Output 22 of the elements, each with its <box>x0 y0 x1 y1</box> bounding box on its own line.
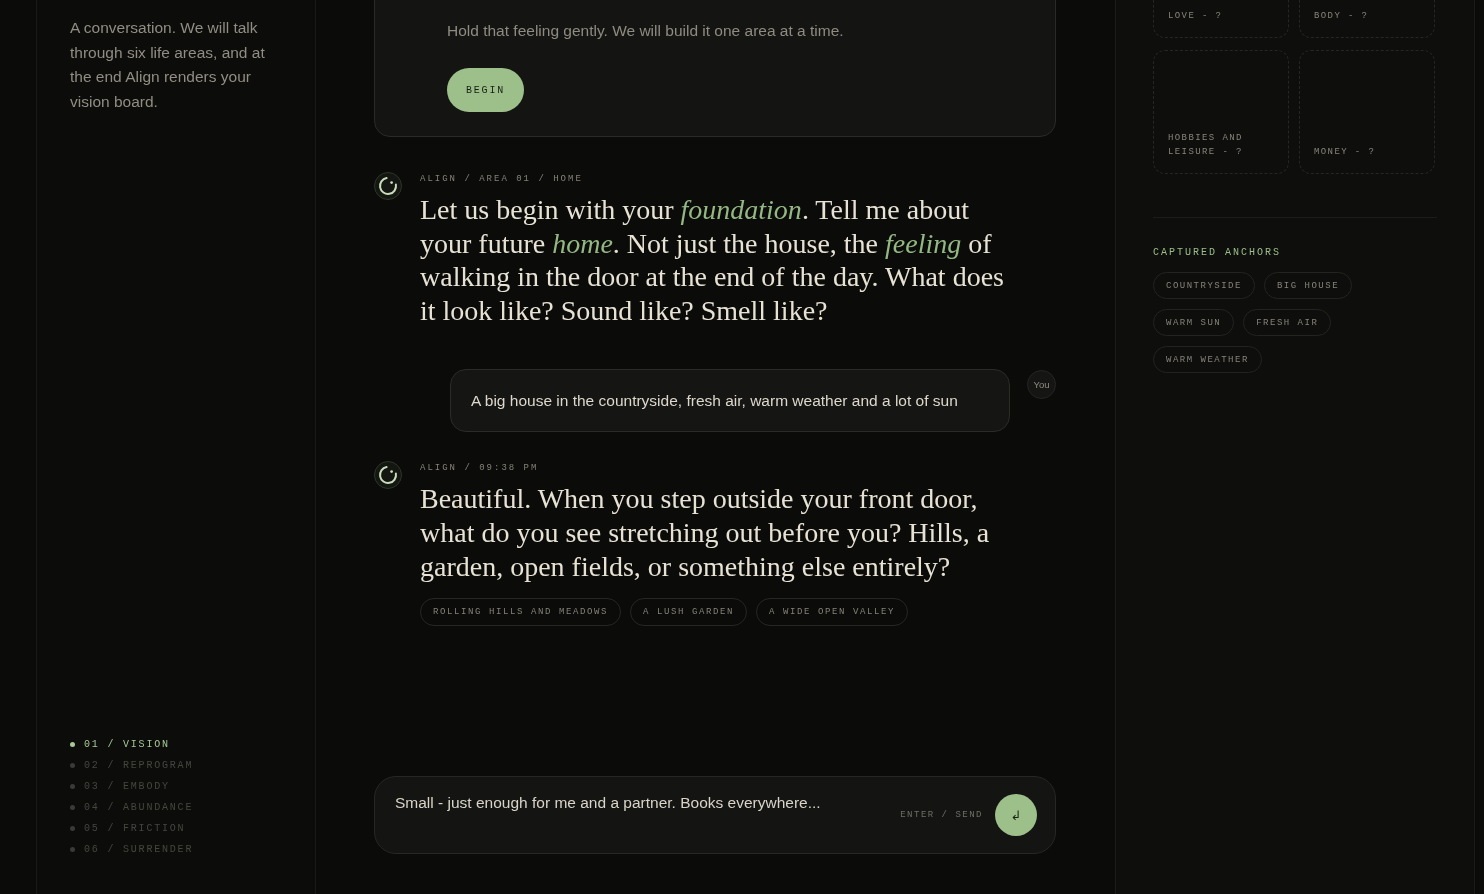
area-label: HOBBIES AND LEISURE - ? <box>1168 132 1244 159</box>
user-message-bubble: A big house in the countryside, fresh air, warm weather and a lot of sun <box>450 369 1010 433</box>
send-hint: ENTER / SEND <box>900 810 983 820</box>
area-label: LOVE - ? <box>1168 10 1223 23</box>
ring-icon <box>374 172 402 200</box>
card-text: Hold that feeling gently. We will build it one area at a time. <box>447 21 844 41</box>
intro-text: A conversation. We will talk through six life areas, and at the end Align renders your vision board. <box>70 18 266 113</box>
message-meta: ALIGN / AREA 01 / HOME <box>420 173 584 186</box>
area-label: MONEY - ? <box>1314 146 1376 159</box>
send-button[interactable]: ↲ <box>995 794 1037 836</box>
user-avatar: You <box>1027 370 1056 400</box>
area-label: BODY - ? <box>1314 10 1369 23</box>
step-label: 01 / VISION <box>84 739 170 750</box>
anchors-title: CAPTURED ANCHORS <box>1153 247 1282 259</box>
step-label: 04 / ABUNDANCE <box>84 802 194 813</box>
message-field[interactable]: Small - just enough for me and a partner. Books everywhere... ENTER / SEND ↲ <box>374 776 1056 854</box>
message-meta: ALIGN / 09:38 PM <box>420 462 540 476</box>
step-label: 03 / EMBODY <box>84 781 170 792</box>
message-text: Let us begin with your foundation. Tell me about your future home. Not just the house, the feeling of walking in the door at the end of the day. What does it look like? Sound like? Smell like? <box>420 193 1005 328</box>
message-text: Beautiful. When you step outside your front door, what do you see stretching out before you? Hills, a garden, open fields, or something else entirely? <box>420 482 991 584</box>
begin-button[interactable]: BEGIN <box>447 68 524 112</box>
ring-icon <box>374 461 402 490</box>
